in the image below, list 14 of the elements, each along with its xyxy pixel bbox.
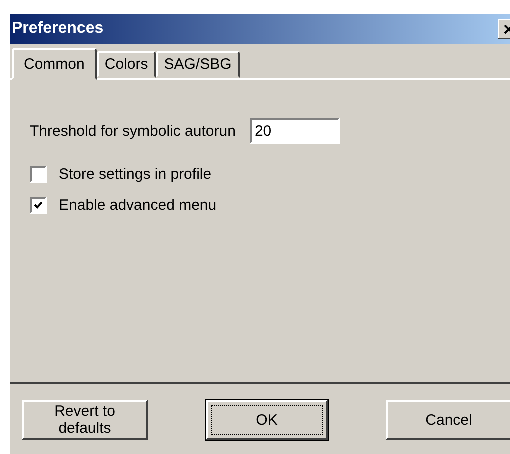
tab[interactable]: Colors xyxy=(96,51,156,78)
tab[interactable]: Common xyxy=(12,48,97,80)
threshold-label: Threshold for symbolic autorun xyxy=(30,122,236,140)
threshold-field[interactable]: 20 xyxy=(250,118,340,144)
tab[interactable]: SAG/SBG xyxy=(156,51,240,78)
checkbox[interactable] xyxy=(30,166,47,183)
checkbox-label: Store settings in profile xyxy=(59,166,212,183)
dialog-button[interactable]: OK xyxy=(206,400,328,440)
dialog-button[interactable]: Revert to defaults xyxy=(22,400,148,440)
checkbox[interactable] xyxy=(30,197,47,214)
check-icon xyxy=(34,201,43,210)
dialog-button[interactable]: Cancel xyxy=(386,400,510,440)
checkbox-label: Enable advanced menu xyxy=(59,197,217,214)
window-title: Preferences xyxy=(12,20,104,38)
